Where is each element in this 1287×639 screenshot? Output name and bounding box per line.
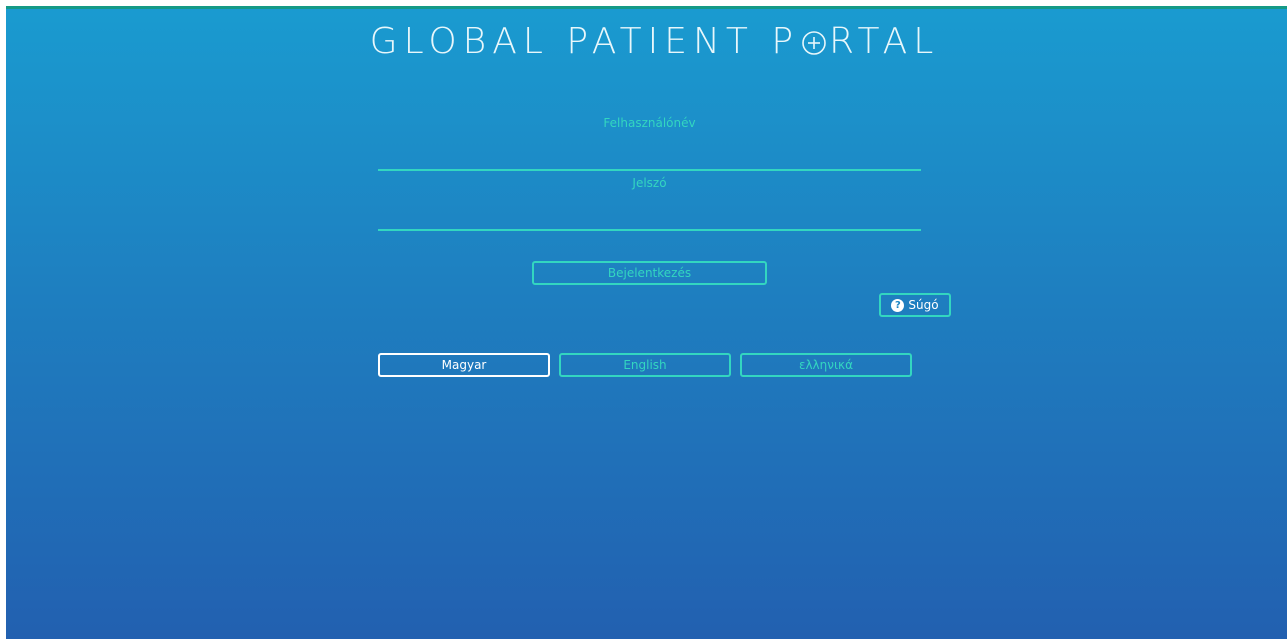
- password-field: Jelszó: [378, 175, 921, 231]
- username-input[interactable]: [378, 143, 921, 171]
- password-input[interactable]: [378, 203, 921, 231]
- language-button-greek[interactable]: ελληνικά: [740, 353, 912, 377]
- logo-text-start: GLOBAL PATIENT P: [369, 21, 800, 62]
- password-label: Jelszó: [632, 176, 667, 190]
- question-circle-icon: ?: [891, 298, 905, 312]
- language-button-english[interactable]: English: [559, 353, 731, 377]
- login-button[interactable]: Bejelentkezés: [532, 261, 767, 285]
- help-button[interactable]: ? Súgó: [879, 293, 951, 317]
- username-field: Felhasználónév: [378, 115, 921, 171]
- help-label: Súgó: [908, 298, 939, 312]
- app-logo: GLOBAL PATIENT P RTAL: [6, 22, 1287, 62]
- plus-circle-logo-icon: [802, 31, 826, 55]
- login-page: GLOBAL PATIENT P RTAL Felhasználónév Jels…: [6, 6, 1287, 639]
- top-accent-bar: [6, 6, 1287, 9]
- language-button-magyar[interactable]: Magyar: [378, 353, 550, 377]
- username-label: Felhasználónév: [603, 116, 696, 130]
- logo-text-end: RTAL: [829, 21, 940, 62]
